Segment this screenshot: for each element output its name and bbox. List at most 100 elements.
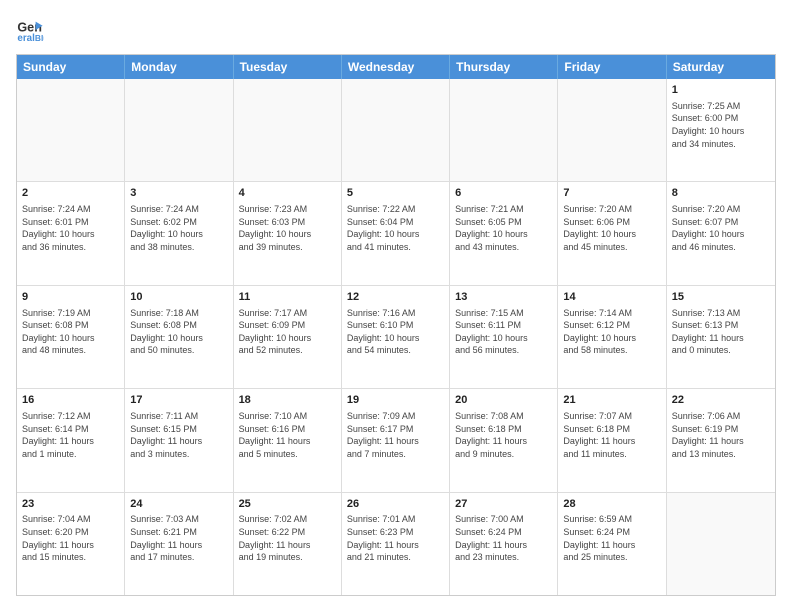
calendar-cell: 5Sunrise: 7:22 AM Sunset: 6:04 PM Daylig…	[342, 182, 450, 284]
calendar-cell: 1 Sunrise: 7:25 AM Sunset: 6:00 PM Daylig…	[667, 79, 775, 181]
calendar-cell: 12 Sunrise: 7:16 AM Sunset: 6:10 PM Dayli…	[342, 286, 450, 388]
day-number: 19	[347, 393, 444, 408]
calendar-cell: 13Sunrise: 7:15 AM Sunset: 6:11 PM Dayli…	[450, 286, 558, 388]
day-number: 10	[130, 290, 227, 305]
day-info: Sunrise: 7:04 AM Sunset: 6:20 PM Dayligh…	[22, 513, 119, 563]
calendar-cell: 25Sunrise: 7:02 AM Sunset: 6:22 PM Dayli…	[234, 493, 342, 595]
day-info: Sunrise: 7:03 AM Sunset: 6:21 PM Dayligh…	[130, 513, 227, 563]
calendar-cell	[450, 79, 558, 181]
day-number: 2	[22, 186, 119, 201]
calendar-cell: 24Sunrise: 7:03 AM Sunset: 6:21 PM Dayli…	[125, 493, 233, 595]
day-number: 11	[239, 290, 336, 305]
weekday-header: Friday	[558, 55, 666, 79]
calendar-cell: 17 Sunrise: 7:11 AM Sunset: 6:15 PM Dayli…	[125, 389, 233, 491]
calendar-cell: 4 Sunrise: 7:23 AM Sunset: 6:03 PM Daylig…	[234, 182, 342, 284]
day-number: 20	[455, 393, 552, 408]
calendar-cell	[667, 493, 775, 595]
calendar-cell: 20 Sunrise: 7:08 AM Sunset: 6:18 PM Dayli…	[450, 389, 558, 491]
day-info: Sunrise: 7:10 AM Sunset: 6:16 PM Dayligh…	[239, 410, 336, 460]
logo-icon: Gen eral Blue	[16, 16, 44, 44]
day-info: Sunrise: 7:19 AM Sunset: 6:08 PM Dayligh…	[22, 307, 119, 357]
calendar-cell: 7 Sunrise: 7:20 AM Sunset: 6:06 PM Daylig…	[558, 182, 666, 284]
day-number: 23	[22, 497, 119, 512]
day-number: 24	[130, 497, 227, 512]
day-info: Sunrise: 7:00 AM Sunset: 6:24 PM Dayligh…	[455, 513, 552, 563]
calendar-cell: 26Sunrise: 7:01 AM Sunset: 6:23 PM Dayli…	[342, 493, 450, 595]
calendar-cell: 19 Sunrise: 7:09 AM Sunset: 6:17 PM Dayli…	[342, 389, 450, 491]
day-number: 21	[563, 393, 660, 408]
day-number: 9	[22, 290, 119, 305]
calendar-cell: 14 Sunrise: 7:14 AM Sunset: 6:12 PM Dayli…	[558, 286, 666, 388]
day-info: Sunrise: 7:09 AM Sunset: 6:17 PM Dayligh…	[347, 410, 444, 460]
calendar-cell: 6Sunrise: 7:21 AM Sunset: 6:05 PM Daylig…	[450, 182, 558, 284]
day-info: Sunrise: 7:24 AM Sunset: 6:01 PM Dayligh…	[22, 203, 119, 253]
calendar-cell: 23Sunrise: 7:04 AM Sunset: 6:20 PM Dayli…	[17, 493, 125, 595]
day-number: 12	[347, 290, 444, 305]
calendar-cell	[558, 79, 666, 181]
day-number: 25	[239, 497, 336, 512]
day-info: Sunrise: 7:11 AM Sunset: 6:15 PM Dayligh…	[130, 410, 227, 460]
day-number: 17	[130, 393, 227, 408]
calendar-row: 1 Sunrise: 7:25 AM Sunset: 6:00 PM Daylig…	[17, 79, 775, 182]
day-info: Sunrise: 7:20 AM Sunset: 6:07 PM Dayligh…	[672, 203, 770, 253]
calendar-cell: 9 Sunrise: 7:19 AM Sunset: 6:08 PM Daylig…	[17, 286, 125, 388]
day-number: 16	[22, 393, 119, 408]
day-info: Sunrise: 7:23 AM Sunset: 6:03 PM Dayligh…	[239, 203, 336, 253]
day-info: Sunrise: 7:14 AM Sunset: 6:12 PM Dayligh…	[563, 307, 660, 357]
day-info: Sunrise: 7:02 AM Sunset: 6:22 PM Dayligh…	[239, 513, 336, 563]
calendar: SundayMondayTuesdayWednesdayThursdayFrid…	[16, 54, 776, 596]
svg-text:Blue: Blue	[35, 33, 44, 43]
day-number: 5	[347, 186, 444, 201]
calendar-cell	[125, 79, 233, 181]
day-number: 27	[455, 497, 552, 512]
day-number: 7	[563, 186, 660, 201]
calendar-row: 16 Sunrise: 7:12 AM Sunset: 6:14 PM Dayli…	[17, 389, 775, 492]
calendar-cell: 11 Sunrise: 7:17 AM Sunset: 6:09 PM Dayli…	[234, 286, 342, 388]
day-number: 22	[672, 393, 770, 408]
calendar-cell: 18 Sunrise: 7:10 AM Sunset: 6:16 PM Dayli…	[234, 389, 342, 491]
day-info: Sunrise: 7:18 AM Sunset: 6:08 PM Dayligh…	[130, 307, 227, 357]
day-number: 26	[347, 497, 444, 512]
calendar-page: Gen eral Blue SundayMondayTuesdayWednesd…	[0, 0, 792, 612]
day-number: 3	[130, 186, 227, 201]
day-info: Sunrise: 7:08 AM Sunset: 6:18 PM Dayligh…	[455, 410, 552, 460]
day-info: Sunrise: 7:15 AM Sunset: 6:11 PM Dayligh…	[455, 307, 552, 357]
calendar-cell	[234, 79, 342, 181]
day-info: Sunrise: 7:20 AM Sunset: 6:06 PM Dayligh…	[563, 203, 660, 253]
day-number: 6	[455, 186, 552, 201]
day-number: 1	[672, 83, 770, 98]
day-number: 18	[239, 393, 336, 408]
weekday-header: Tuesday	[234, 55, 342, 79]
calendar-cell: 8 Sunrise: 7:20 AM Sunset: 6:07 PM Daylig…	[667, 182, 775, 284]
day-info: Sunrise: 7:13 AM Sunset: 6:13 PM Dayligh…	[672, 307, 770, 357]
weekday-header: Saturday	[667, 55, 775, 79]
calendar-cell: 15 Sunrise: 7:13 AM Sunset: 6:13 PM Dayli…	[667, 286, 775, 388]
calendar-cell: 16 Sunrise: 7:12 AM Sunset: 6:14 PM Dayli…	[17, 389, 125, 491]
day-number: 4	[239, 186, 336, 201]
day-info: Sunrise: 7:07 AM Sunset: 6:18 PM Dayligh…	[563, 410, 660, 460]
day-info: Sunrise: 7:17 AM Sunset: 6:09 PM Dayligh…	[239, 307, 336, 357]
calendar-body: 1 Sunrise: 7:25 AM Sunset: 6:00 PM Daylig…	[17, 79, 775, 595]
day-number: 15	[672, 290, 770, 305]
calendar-header: SundayMondayTuesdayWednesdayThursdayFrid…	[17, 55, 775, 79]
day-number: 14	[563, 290, 660, 305]
calendar-cell: 22Sunrise: 7:06 AM Sunset: 6:19 PM Dayli…	[667, 389, 775, 491]
day-info: Sunrise: 7:24 AM Sunset: 6:02 PM Dayligh…	[130, 203, 227, 253]
day-number: 28	[563, 497, 660, 512]
calendar-cell	[342, 79, 450, 181]
day-info: Sunrise: 6:59 AM Sunset: 6:24 PM Dayligh…	[563, 513, 660, 563]
day-info: Sunrise: 7:12 AM Sunset: 6:14 PM Dayligh…	[22, 410, 119, 460]
weekday-header: Monday	[125, 55, 233, 79]
day-info: Sunrise: 7:25 AM Sunset: 6:00 PM Dayligh…	[672, 100, 770, 150]
calendar-row: 23Sunrise: 7:04 AM Sunset: 6:20 PM Dayli…	[17, 493, 775, 595]
calendar-row: 9 Sunrise: 7:19 AM Sunset: 6:08 PM Daylig…	[17, 286, 775, 389]
day-number: 8	[672, 186, 770, 201]
day-info: Sunrise: 7:16 AM Sunset: 6:10 PM Dayligh…	[347, 307, 444, 357]
calendar-cell: 28Sunrise: 6:59 AM Sunset: 6:24 PM Dayli…	[558, 493, 666, 595]
logo: Gen eral Blue	[16, 16, 48, 44]
calendar-cell: 3 Sunrise: 7:24 AM Sunset: 6:02 PM Daylig…	[125, 182, 233, 284]
calendar-cell	[17, 79, 125, 181]
calendar-cell: 21 Sunrise: 7:07 AM Sunset: 6:18 PM Dayli…	[558, 389, 666, 491]
calendar-cell: 27Sunrise: 7:00 AM Sunset: 6:24 PM Dayli…	[450, 493, 558, 595]
calendar-row: 2 Sunrise: 7:24 AM Sunset: 6:01 PM Daylig…	[17, 182, 775, 285]
